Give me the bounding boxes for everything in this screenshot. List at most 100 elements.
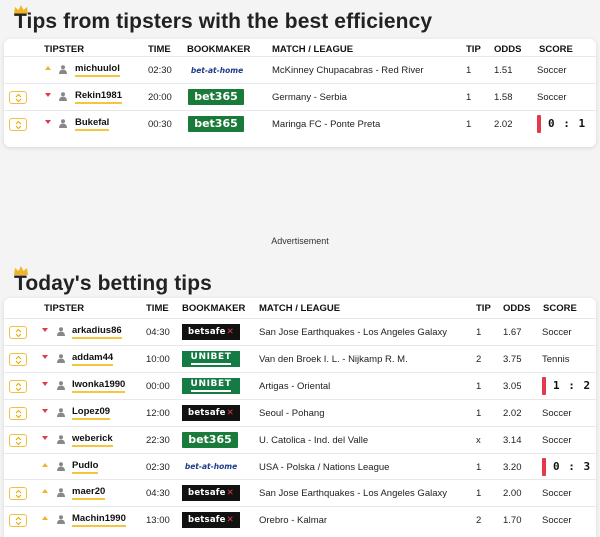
- odds-value: 1.58: [494, 91, 513, 103]
- expand-toggle-button[interactable]: [9, 433, 27, 447]
- user-icon: [57, 407, 65, 420]
- match-time: 00:30: [148, 118, 172, 130]
- sport-label: Soccer: [542, 434, 572, 446]
- match-time: 20:00: [148, 91, 172, 103]
- betathome-logo-text: bet-at-home: [190, 65, 244, 75]
- header-time: TIME: [148, 44, 171, 55]
- tipster-name-link[interactable]: Bukefal: [75, 117, 110, 131]
- match-league: Orebro - Kalmar: [259, 515, 328, 527]
- header-match: MATCH / LEAGUE: [259, 303, 341, 314]
- unibet-underline: [191, 390, 231, 393]
- todays-tips-table: TIPSTER TIME BOOKMAKER MATCH / LEAGUE TI…: [4, 298, 596, 537]
- betsafe-logo-text: betsafe: [188, 407, 226, 418]
- bookmaker-logo-unibet[interactable]: UNIBET: [182, 377, 240, 394]
- match-time: 12:00: [146, 407, 170, 419]
- bookmaker-logo-unibet[interactable]: UNIBET: [182, 350, 240, 367]
- match-league: McKinney Chupacabras - Red River: [272, 65, 424, 76]
- expand-toggle-button[interactable]: [9, 117, 27, 131]
- user-icon: [57, 434, 65, 447]
- trend-down-icon: [42, 328, 48, 332]
- sport-label: Soccer: [542, 407, 572, 419]
- header-odds: ODDS: [494, 44, 522, 55]
- sport-label: Soccer: [542, 327, 572, 338]
- table-row[interactable]: maer20 04:30 betsafe ✕ San Jose Earthquakes …: [4, 479, 596, 505]
- odds-value: 1.70: [503, 515, 522, 527]
- tipster-name-link[interactable]: Lopez09: [72, 406, 111, 420]
- table-row[interactable]: Rekin1981 20:00 bet365 Germany - Serbia 1 1.5…: [4, 82, 596, 109]
- unibet-underline: [191, 363, 231, 366]
- tipster-name-link[interactable]: michuulol: [75, 64, 120, 77]
- table-row[interactable]: Iwonka1990 00:00 UNIBET Artigas - Oriental 1…: [4, 371, 596, 398]
- match-time: 02:30: [148, 65, 172, 76]
- table-row[interactable]: Pudlo 02:30 bet-at-home USA - Polska / Nati…: [4, 452, 596, 479]
- expand-toggle-button[interactable]: [9, 514, 27, 528]
- trend-down-icon: [42, 408, 48, 413]
- tip-value: 2: [476, 353, 482, 365]
- tipster-name-link[interactable]: Machin1990: [72, 514, 126, 528]
- bookmaker-logo-betsafe[interactable]: betsafe ✕: [182, 485, 240, 502]
- expand-toggle-button[interactable]: [9, 352, 27, 366]
- tipster-name-link[interactable]: maer20: [72, 487, 106, 501]
- bookmaker-logo-bet365[interactable]: bet365: [188, 115, 244, 132]
- expand-toggle-button[interactable]: [9, 487, 27, 501]
- match-time: 13:00: [146, 515, 170, 527]
- tip-value: 1: [476, 407, 482, 419]
- bookmaker-logo-betsafe[interactable]: betsafe ✕: [182, 512, 240, 529]
- betsafe-logo-text: betsafe: [188, 488, 226, 499]
- table-row[interactable]: weberick 22:30 bet365 U. Catolica - Ind. de…: [4, 425, 596, 452]
- tipster-name-link[interactable]: Pudlo: [72, 460, 99, 474]
- betsafe-x-icon: ✕: [226, 327, 234, 337]
- sport-label: Soccer: [537, 65, 567, 76]
- bookmaker-logo-betathome[interactable]: bet-at-home: [188, 62, 246, 78]
- betsafe-x-icon: ✕: [226, 515, 234, 526]
- table-row[interactable]: addam44 10:00 UNIBET Van den Broek I. L. - …: [4, 344, 596, 371]
- betsafe-x-icon: ✕: [226, 407, 234, 418]
- expand-toggle-button[interactable]: [9, 406, 27, 420]
- tipster-name-link[interactable]: addam44: [72, 352, 114, 366]
- bookmaker-logo-bet365[interactable]: bet365: [188, 88, 244, 105]
- score-value: 0 : 3: [553, 460, 592, 473]
- expand-toggle-button[interactable]: [9, 379, 27, 393]
- betathome-logo-text: bet-at-home: [184, 462, 238, 471]
- tipster-name-link[interactable]: Iwonka1990: [72, 379, 126, 393]
- odds-value: 2.02: [503, 407, 522, 419]
- bet365-logo-text: bet365: [194, 117, 238, 131]
- match-league: U. Catolica - Ind. del Valle: [259, 434, 369, 446]
- table-row[interactable]: michuulol 02:30 bet-at-home McKinney Chupac…: [4, 56, 596, 82]
- user-icon: [57, 461, 65, 474]
- live-score: 0 : 3: [542, 457, 592, 476]
- tipster-name-link[interactable]: Rekin1981: [75, 90, 123, 104]
- betsafe-logo-text: betsafe: [188, 327, 226, 337]
- expand-toggle-button[interactable]: [9, 90, 27, 104]
- header-tipster: TIPSTER: [44, 303, 85, 314]
- expand-toggle-button[interactable]: [9, 326, 27, 339]
- betsafe-logo-text: betsafe: [188, 515, 226, 526]
- unibet-logo-text: UNIBET: [190, 379, 232, 390]
- table-row[interactable]: Lopez09 12:00 betsafe ✕ Seoul - Pohang 1 2.02 S…: [4, 398, 596, 425]
- tip-value: 1: [476, 461, 482, 473]
- bookmaker-logo-betathome[interactable]: bet-at-home: [182, 459, 240, 475]
- header-odds: ODDS: [503, 303, 531, 314]
- user-icon: [57, 327, 65, 339]
- tip-value: 1: [466, 118, 472, 130]
- tipster-name-link[interactable]: weberick: [72, 433, 113, 447]
- table-row[interactable]: Bukefal 00:30 bet365 Maringa FC - Ponte Pre…: [4, 109, 596, 136]
- section-title-best-efficiency: Tips from tipsters with the best efficie…: [14, 10, 433, 33]
- match-league: USA - Polska / Nations League: [259, 461, 390, 473]
- table-row[interactable]: Machin1990 13:00 betsafe ✕ Orebro - Kalmar 2 1…: [4, 506, 596, 532]
- best-efficiency-table: TIPSTER TIME BOOKMAKER MATCH / LEAGUE TI…: [4, 39, 596, 147]
- table-header: TIPSTER TIME BOOKMAKER MATCH / LEAGUE TI…: [4, 298, 596, 320]
- tip-value: x: [476, 434, 481, 446]
- sport-label: Soccer: [542, 488, 572, 500]
- header-score: SCORE: [543, 303, 577, 314]
- bookmaker-logo-betsafe[interactable]: betsafe ✕: [182, 404, 240, 421]
- bookmaker-logo-betsafe[interactable]: betsafe ✕: [182, 324, 240, 340]
- match-league: Germany - Serbia: [272, 91, 347, 103]
- trend-down-icon: [42, 354, 48, 359]
- bookmaker-logo-bet365[interactable]: bet365: [182, 431, 238, 448]
- table-row[interactable]: arkadius86 04:30 betsafe ✕ San Jose Earthqua…: [4, 318, 596, 344]
- match-time: 04:30: [146, 327, 170, 338]
- user-icon: [59, 119, 67, 131]
- match-time: 22:30: [146, 434, 170, 446]
- tipster-name-link[interactable]: arkadius86: [72, 326, 122, 339]
